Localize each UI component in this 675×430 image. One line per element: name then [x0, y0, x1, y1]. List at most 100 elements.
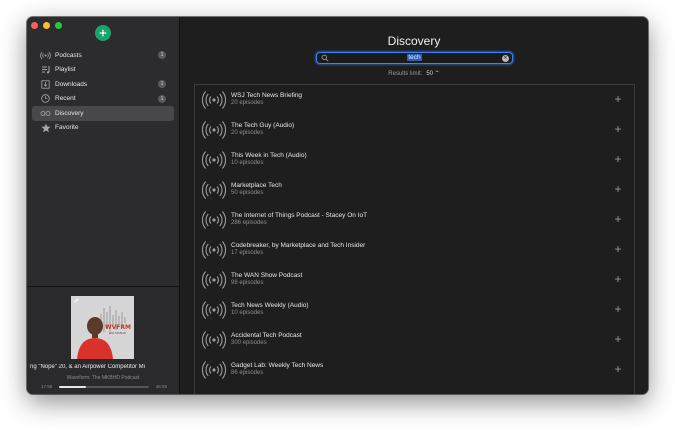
result-episode-count: 300 episodes — [231, 340, 267, 346]
progress-fill — [59, 386, 86, 388]
remaining-time: 46:59 — [155, 384, 167, 389]
add-podcast-icon[interactable]: + — [613, 93, 623, 105]
add-podcast-icon[interactable]: + — [613, 363, 623, 375]
podcast-broadcast-icon — [201, 210, 227, 230]
result-row[interactable]: Marketplace Tech 50 episodes + — [195, 175, 634, 205]
result-episode-count: 10 episodes — [231, 310, 264, 316]
clock-icon — [40, 93, 51, 104]
broadcast-icon — [40, 50, 51, 61]
sidebar-nav: Podcasts 1 Playlist Downloads 1 Recent 1 Discov… — [32, 48, 174, 135]
window-controls — [31, 22, 62, 29]
expand-arrow-icon[interactable]: ↗ — [73, 297, 79, 305]
minimize-window-button[interactable] — [43, 22, 50, 29]
podcast-broadcast-icon — [201, 120, 227, 140]
search-value: tech — [407, 54, 422, 61]
sidebar-item-label: Playlist — [55, 66, 76, 74]
add-podcast-icon[interactable]: + — [613, 183, 623, 195]
podcast-broadcast-icon — [201, 90, 227, 110]
star-icon — [40, 122, 51, 133]
page-title: Discovery — [387, 34, 441, 48]
sidebar-item-recent[interactable]: Recent 1 — [32, 92, 174, 107]
main-panel: Discovery tech ✕ Results limit: 50 ⌃ WSJ … — [180, 17, 648, 394]
artwork-label: WVFRM — [105, 324, 131, 331]
result-row[interactable]: WSJ Tech News Briefing 20 episodes + — [195, 85, 634, 115]
results-limit: Results limit: 50 ⌃ — [180, 70, 648, 77]
result-title: Codebreaker, by Marketplace and Tech Ins… — [231, 242, 366, 249]
discovery-icon — [40, 108, 51, 119]
result-episode-count: 20 episodes — [231, 100, 264, 106]
result-row[interactable]: The Internet of Things Podcast - Stacey … — [195, 205, 634, 235]
result-row[interactable]: Accidental Tech Podcast 300 episodes + — [195, 325, 634, 355]
playback-progress: 17:58 46:59 — [27, 384, 179, 391]
artwork-sub: with MKBHD — [108, 331, 126, 335]
sidebar-item-label: Favorite — [55, 124, 79, 132]
result-title: Accidental Tech Podcast — [231, 332, 302, 339]
download-icon — [40, 79, 51, 90]
add-podcast-icon[interactable]: + — [613, 303, 623, 315]
podcast-broadcast-icon — [201, 240, 227, 260]
podcast-broadcast-icon — [201, 270, 227, 290]
add-podcast-icon[interactable]: + — [613, 243, 623, 255]
results-list: WSJ Tech News Briefing 20 episodes + The Te… — [194, 84, 635, 394]
sidebar-item-downloads[interactable]: Downloads 1 — [32, 77, 174, 92]
zoom-window-button[interactable] — [55, 22, 62, 29]
sidebar-item-label: Recent — [55, 95, 76, 103]
result-title: Marketplace Tech — [231, 182, 282, 189]
result-row[interactable]: This Week in Tech (Audio) 10 episodes + — [195, 145, 634, 175]
result-title: The Internet of Things Podcast - Stacey … — [231, 212, 368, 219]
result-row[interactable]: The WAN Show Podcast 98 episodes + — [195, 265, 634, 295]
sidebar-item-discovery[interactable]: Discovery — [32, 106, 174, 121]
clear-search-icon[interactable]: ✕ — [502, 54, 509, 62]
result-title: The Tech Guy (Audio) — [231, 122, 295, 129]
result-title: Tech News Weekly (Audio) — [231, 302, 309, 309]
count-badge: 1 — [158, 51, 166, 60]
result-episode-count: 17 episodes — [231, 250, 264, 256]
result-episode-count: 286 episodes — [231, 220, 267, 226]
count-badge: 1 — [158, 94, 166, 103]
progress-slider[interactable] — [59, 386, 149, 388]
result-title: This Week in Tech (Audio) — [231, 152, 307, 159]
count-badge: 1 — [158, 80, 166, 89]
result-row[interactable]: Tech News Weekly (Audio) 10 episodes + — [195, 295, 634, 325]
results-limit-label: Results limit: — [388, 71, 423, 77]
podcast-artwork[interactable]: ↗ WVFRM with MKBHD — [71, 296, 134, 359]
podcast-broadcast-icon — [201, 300, 227, 320]
elapsed-time: 17:58 — [41, 384, 53, 389]
now-playing: ↗ WVFRM with MKBHD ng "Nope" 20, & an Ai… — [27, 286, 179, 394]
result-episode-count: 20 episodes — [231, 130, 264, 136]
playlist-icon — [40, 64, 51, 75]
result-title: Gadget Lab: Weekly Tech News — [231, 362, 324, 369]
sidebar-item-label: Podcasts — [55, 51, 82, 59]
podcast-broadcast-icon — [201, 180, 227, 200]
sidebar-item-playlist[interactable]: Playlist — [32, 63, 174, 78]
sidebar-item-label: Downloads — [55, 80, 88, 88]
result-episode-count: 10 episodes — [231, 160, 264, 166]
result-episode-count: 98 episodes — [231, 280, 264, 286]
result-episode-count: 50 episodes — [231, 190, 264, 196]
now-playing-title: ng "Nope" 20, & an Airpower Competitor M… — [30, 364, 145, 370]
search-input[interactable]: tech ✕ — [316, 52, 513, 64]
result-row[interactable]: Gadget Lab: Weekly Tech News 86 episodes + — [195, 355, 634, 385]
result-title: WSJ Tech News Briefing — [231, 92, 303, 99]
sidebar-item-favorite[interactable]: Favorite — [32, 121, 174, 136]
sidebar-item-label: Discovery — [55, 109, 84, 117]
add-podcast-icon[interactable]: + — [613, 273, 623, 285]
podcast-broadcast-icon — [201, 150, 227, 170]
sidebar: Podcasts 1 Playlist Downloads 1 Recent 1 Discov… — [27, 17, 180, 394]
add-podcast-icon[interactable]: + — [613, 213, 623, 225]
app-logo-icon — [95, 25, 111, 41]
sidebar-item-podcasts[interactable]: Podcasts 1 — [32, 48, 174, 63]
app-window: Podcasts 1 Playlist Downloads 1 Recent 1 Discov… — [27, 17, 648, 394]
podcast-broadcast-icon — [201, 330, 227, 350]
add-podcast-icon[interactable]: + — [613, 333, 623, 345]
now-playing-podcast: Waveform: The MKBHD Podcast — [66, 375, 140, 381]
podcast-broadcast-icon — [201, 360, 227, 380]
results-limit-stepper[interactable]: 50 ⌃ — [426, 71, 439, 77]
result-episode-count: 86 episodes — [231, 370, 264, 376]
result-title: The WAN Show Podcast — [231, 272, 303, 279]
result-row[interactable]: Codebreaker, by Marketplace and Tech Ins… — [195, 235, 634, 265]
add-podcast-icon[interactable]: + — [613, 153, 623, 165]
close-window-button[interactable] — [31, 22, 38, 29]
result-row[interactable]: The Tech Guy (Audio) 20 episodes + — [195, 115, 634, 145]
add-podcast-icon[interactable]: + — [613, 123, 623, 135]
